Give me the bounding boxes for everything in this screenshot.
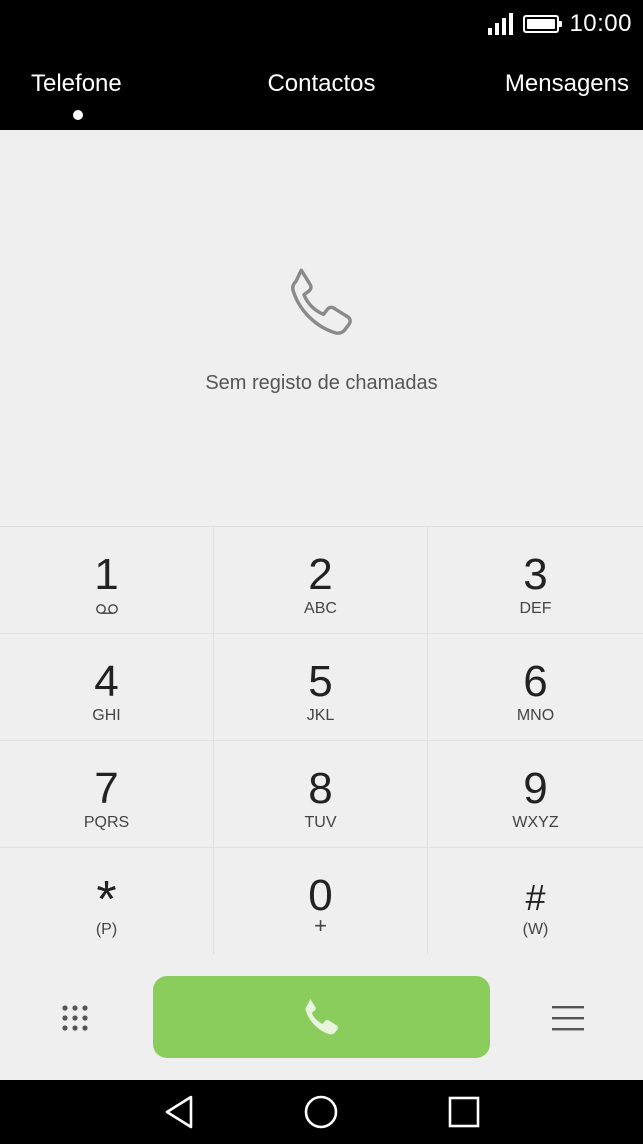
active-tab-indicator <box>73 110 83 120</box>
key-9[interactable]: 9 WXYZ <box>428 741 643 848</box>
phone-handset-icon <box>291 268 352 335</box>
key-digit: 0 <box>308 871 333 920</box>
signal-icon <box>488 13 514 35</box>
key-letters: JKL <box>306 707 335 724</box>
tab-contactos[interactable]: Contactos <box>267 70 375 97</box>
call-button[interactable] <box>153 976 490 1058</box>
key-digit: 2 <box>308 550 333 599</box>
key-digit: 8 <box>308 764 333 813</box>
key-letters: MNO <box>516 707 555 724</box>
nav-back-icon[interactable] <box>162 1094 196 1130</box>
key-star[interactable]: * (P) <box>0 848 214 955</box>
nav-home-icon[interactable] <box>304 1095 338 1129</box>
status-time: 10:00 <box>569 10 632 37</box>
status-indicators: 10:00 <box>488 8 632 40</box>
key-6[interactable]: 6 MNO <box>428 634 643 741</box>
dialer-action-bar <box>0 954 643 1080</box>
key-letters: ABC <box>304 600 337 617</box>
tab-mensagens[interactable]: Mensagens <box>505 70 629 98</box>
key-letters: DEF <box>519 600 552 617</box>
key-0[interactable]: 0 + <box>214 848 428 955</box>
voicemail-icon <box>95 604 118 614</box>
battery-icon <box>523 15 563 33</box>
key-digit: 7 <box>94 764 119 813</box>
key-digit: 9 <box>523 764 548 813</box>
key-digit: 6 <box>523 657 548 706</box>
key-7[interactable]: 7 PQRS <box>0 741 214 848</box>
dialpad-grid-icon[interactable] <box>61 1004 89 1032</box>
key-digit: 1 <box>94 550 119 599</box>
system-nav-bar <box>0 1080 643 1144</box>
key-digit: 4 <box>94 657 119 706</box>
key-digit: 3 <box>523 550 548 599</box>
key-4[interactable]: 4 GHI <box>0 634 214 741</box>
dial-keypad: 1 2 ABC 3 DEF 4 GHI 5 JKL 6 MNO 7 PQRS 8… <box>0 526 643 955</box>
key-letters: (W) <box>522 921 549 938</box>
call-log-area: Sem registo de chamadas <box>0 130 643 526</box>
key-8[interactable]: 8 TUV <box>214 741 428 848</box>
empty-call-log-message: Sem registo de chamadas <box>205 372 438 394</box>
key-letters: TUV <box>304 814 337 831</box>
key-hash[interactable]: # (W) <box>428 848 643 955</box>
tab-bar: Telefone Contactos Mensagens <box>0 48 643 130</box>
key-5[interactable]: 5 JKL <box>214 634 428 741</box>
key-digit: # <box>525 877 546 918</box>
key-letters: (P) <box>95 921 118 938</box>
key-digit: * <box>96 871 117 929</box>
nav-recent-apps-icon[interactable] <box>448 1096 480 1128</box>
key-letters: + <box>314 913 327 938</box>
key-digit: 5 <box>308 657 333 706</box>
menu-icon[interactable] <box>552 1004 584 1032</box>
key-letters: WXYZ <box>512 814 559 831</box>
key-letters: GHI <box>92 707 121 724</box>
key-1[interactable]: 1 <box>0 527 214 634</box>
call-icon <box>305 998 338 1035</box>
key-3[interactable]: 3 DEF <box>428 527 643 634</box>
key-letters: PQRS <box>83 814 130 831</box>
key-2[interactable]: 2 ABC <box>214 527 428 634</box>
status-bar: 10:00 <box>0 0 643 48</box>
